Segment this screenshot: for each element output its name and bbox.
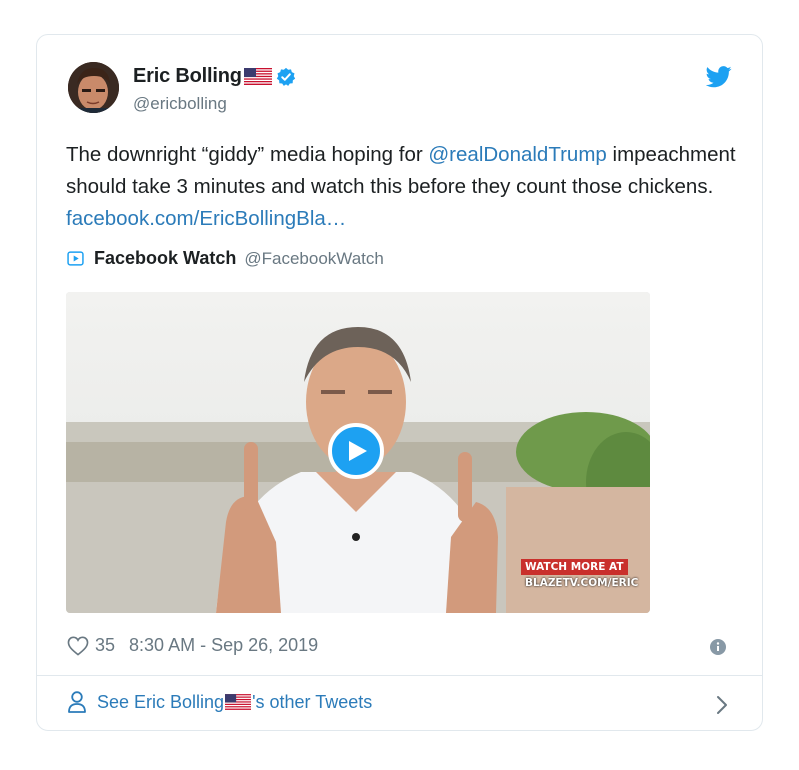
watermark-line1: WATCH MORE AT [521, 559, 628, 575]
quoted-source[interactable]: Facebook Watch @FacebookWatch [67, 248, 384, 269]
tweet-meta: 35 8:30 AM - Sep 26, 2019 [67, 635, 318, 656]
video-play-icon [67, 251, 84, 266]
url-link[interactable]: facebook.com/EricBollingBla… [66, 207, 346, 230]
verified-badge-icon [276, 67, 295, 86]
video-watermark: WATCH MORE AT BLAZETV.COM/ERIC [521, 559, 639, 591]
us-flag-icon [243, 68, 272, 85]
author-handle[interactable]: @ericbolling [133, 94, 227, 114]
video-player[interactable]: WATCH MORE AT BLAZETV.COM/ERIC [66, 292, 650, 613]
quoted-name[interactable]: Facebook Watch [94, 248, 236, 269]
person-icon [68, 691, 86, 713]
mention-link[interactable]: @realDonaldTrump [428, 143, 606, 166]
quoted-handle[interactable]: @FacebookWatch [244, 249, 383, 269]
watermark-line2: BLAZETV.COM/ERIC [525, 577, 639, 589]
avatar[interactable] [68, 62, 119, 113]
divider [37, 675, 762, 676]
info-icon[interactable] [710, 639, 726, 655]
heart-icon[interactable] [67, 636, 89, 656]
embedded-tweet-card: Eric Bolling @ericbolling The downright … [36, 34, 763, 731]
see-other-suffix: 's other Tweets [252, 691, 373, 712]
twitter-bird-icon[interactable] [706, 66, 732, 88]
us-flag-icon [225, 694, 252, 710]
chevron-right-icon[interactable] [716, 695, 728, 715]
author-name[interactable]: Eric Bolling [133, 65, 242, 88]
tweet-text-part1: The downright “giddy” media hoping for [66, 143, 429, 166]
author-name-row[interactable]: Eric Bolling [133, 65, 296, 88]
play-button[interactable] [328, 423, 384, 479]
play-icon [349, 441, 367, 461]
timestamp[interactable]: 8:30 AM - Sep 26, 2019 [129, 635, 318, 656]
tweet-text: The downright “giddy” media hoping for @… [66, 139, 746, 235]
see-other-tweets-text[interactable]: See Eric Bolling 's other Tweets [97, 692, 372, 713]
see-other-tweets-link[interactable]: See Eric Bolling 's other Tweets [67, 691, 372, 713]
see-other-prefix: See Eric Bolling [97, 691, 225, 712]
like-count[interactable]: 35 [95, 635, 115, 656]
